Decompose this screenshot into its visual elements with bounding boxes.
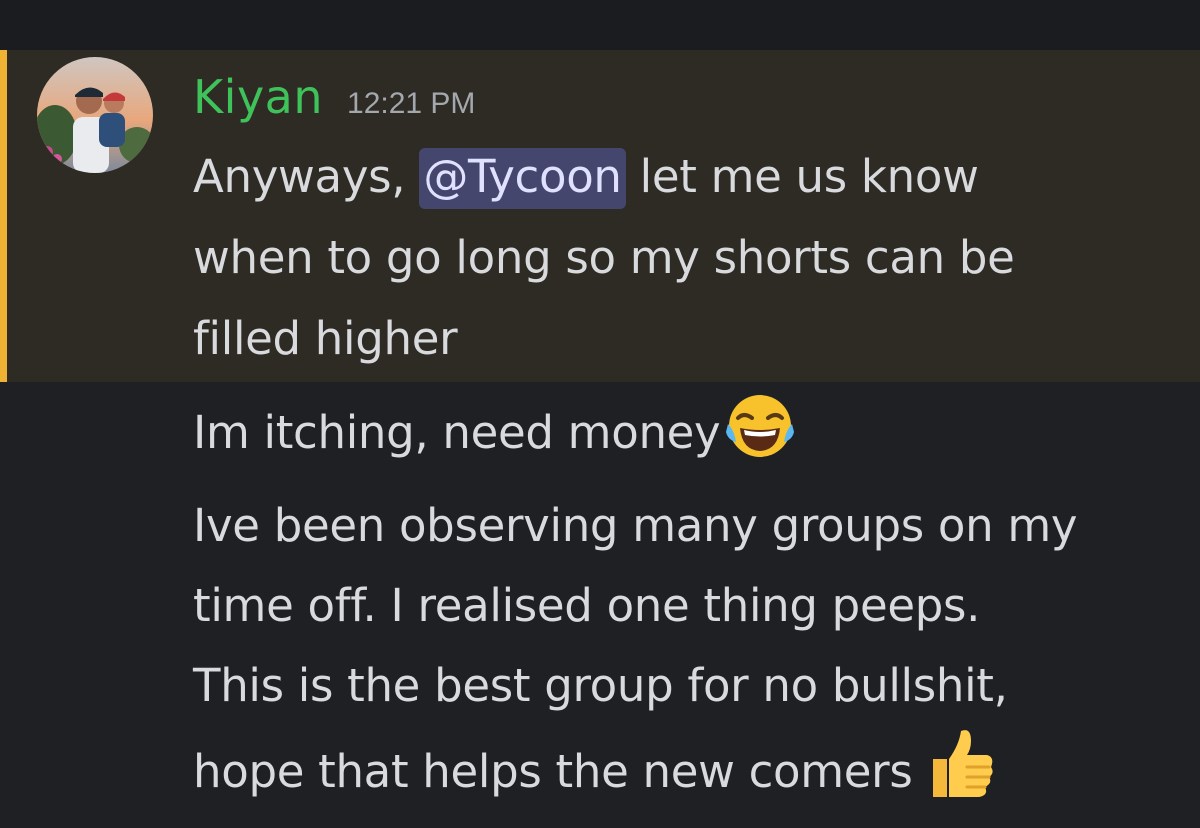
top-band xyxy=(0,0,1200,50)
followup-message-2-line-1: Ive been observing many groups on my xyxy=(193,499,1078,552)
message-group: Kiyan 12:21 PM Anyways, @Tycoon let me u… xyxy=(0,50,1200,798)
timestamp[interactable]: 12:21 PM xyxy=(347,87,475,121)
message-line-3: filled higher xyxy=(193,312,458,365)
message-text: hope that helps the new comers xyxy=(193,745,913,798)
message-text: Anyways, xyxy=(193,150,420,203)
avatar-photo-icon xyxy=(37,57,153,173)
message-line-2: when to go long so my shorts can be xyxy=(193,231,1015,284)
followup-message-1[interactable]: Im itching, need money xyxy=(193,390,796,487)
message-text: let me us know xyxy=(625,150,979,203)
message-header: Kiyan 12:21 PM xyxy=(193,70,475,130)
message-text: Im itching, need money xyxy=(193,406,721,459)
thumbs-up-icon xyxy=(925,725,997,828)
mention-highlight-bar xyxy=(0,50,7,382)
user-mention[interactable]: @Tycoon xyxy=(419,148,626,209)
face-with-tears-of-joy-icon xyxy=(724,390,796,487)
username[interactable]: Kiyan xyxy=(193,70,323,124)
message-line-1: Anyways, @Tycoon let me us know xyxy=(193,136,979,217)
user-avatar[interactable] xyxy=(37,57,153,173)
followup-message-2-line-2: time off. I realised one thing peeps. xyxy=(193,579,981,632)
highlighted-mention-message[interactable]: Kiyan 12:21 PM Anyways, @Tycoon let me u… xyxy=(0,50,1200,382)
followup-message-2-line-3: This is the best group for no bullshit, xyxy=(193,659,1008,712)
followup-message-2-line-4: hope that helps the new comers xyxy=(193,725,997,828)
